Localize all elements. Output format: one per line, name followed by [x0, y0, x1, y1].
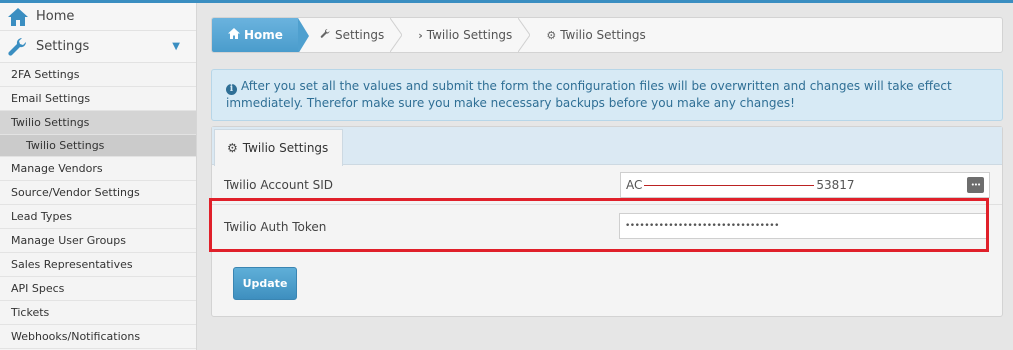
sidebar-item-tickets[interactable]: Tickets	[0, 301, 196, 325]
gears-icon: ⚙	[546, 28, 557, 42]
wrench-icon	[6, 36, 30, 58]
update-button[interactable]: Update	[233, 267, 297, 300]
account-sid-label: Twilio Account SID	[224, 177, 333, 192]
breadcrumb-home[interactable]: Home	[212, 18, 309, 52]
info-icon: i	[226, 84, 237, 95]
main-content: Home Settings › Twilio Settings ⚙ Twilio…	[209, 17, 1003, 317]
breadcrumb-current: ⚙ Twilio Settings	[524, 18, 657, 52]
home-icon	[6, 6, 30, 28]
tab-twilio-settings[interactable]: ⚙ Twilio Settings	[214, 129, 343, 166]
sidebar-item-manage-vendors[interactable]: Manage Vendors	[0, 157, 196, 181]
account-sid-suffix: 53817	[816, 178, 855, 192]
sidebar-item-webhooks-notifications[interactable]: Webhooks/Notifications	[0, 325, 196, 349]
chevron-down-icon: ▼	[172, 41, 180, 52]
sidebar-item-twilio-settings[interactable]: Twilio Settings	[0, 111, 196, 135]
sidebar-item-settings[interactable]: Settings ▼	[0, 31, 196, 63]
sidebar-item-home[interactable]: Home	[0, 3, 196, 31]
tab-twilio-settings-label: Twilio Settings	[242, 141, 329, 155]
home-icon	[228, 28, 240, 42]
chevron-right-icon: ›	[418, 28, 423, 42]
panel-header: ⚙ Twilio Settings	[212, 127, 1002, 166]
sidebar: Home Settings ▼ 2FA Settings Email Setti…	[0, 3, 197, 350]
breadcrumb-current-label: Twilio Settings	[560, 28, 646, 42]
sidebar-item-2fa-settings[interactable]: 2FA Settings	[0, 63, 196, 87]
sidebar-subitem-twilio-settings[interactable]: Twilio Settings	[0, 135, 196, 157]
info-alert-text: After you set all the values and submit …	[226, 79, 952, 110]
password-manager-icon[interactable]: •••	[967, 177, 984, 193]
sidebar-item-email-settings[interactable]: Email Settings	[0, 87, 196, 111]
gears-icon: ⚙	[227, 141, 238, 155]
breadcrumb-settings[interactable]: Settings	[298, 18, 403, 52]
account-sid-input[interactable]: AC 53817 •••	[620, 172, 990, 198]
sidebar-item-lead-types[interactable]: Lead Types	[0, 205, 196, 229]
account-sid-prefix: AC	[626, 178, 643, 192]
sidebar-item-sales-representatives[interactable]: Sales Representatives	[0, 253, 196, 277]
sidebar-item-manage-user-groups[interactable]: Manage User Groups	[0, 229, 196, 253]
breadcrumb-twilio-label: Twilio Settings	[426, 28, 513, 42]
breadcrumb-settings-label: Settings	[335, 28, 385, 42]
sidebar-item-home-label: Home	[36, 9, 75, 24]
redaction-line	[644, 184, 815, 186]
sidebar-item-settings-label: Settings	[36, 39, 90, 54]
breadcrumb-home-label: Home	[244, 28, 283, 42]
sidebar-item-source-vendor-settings[interactable]: Source/Vendor Settings	[0, 181, 196, 205]
info-alert: i After you set all the values and submit…	[211, 69, 1003, 121]
red-highlight-box	[209, 198, 989, 252]
sidebar-item-api-specs[interactable]: API Specs	[0, 277, 196, 301]
breadcrumb: Home Settings › Twilio Settings ⚙ Twilio…	[211, 17, 1003, 53]
wrench-icon	[320, 28, 331, 42]
breadcrumb-twilio[interactable]: › Twilio Settings	[396, 18, 531, 52]
